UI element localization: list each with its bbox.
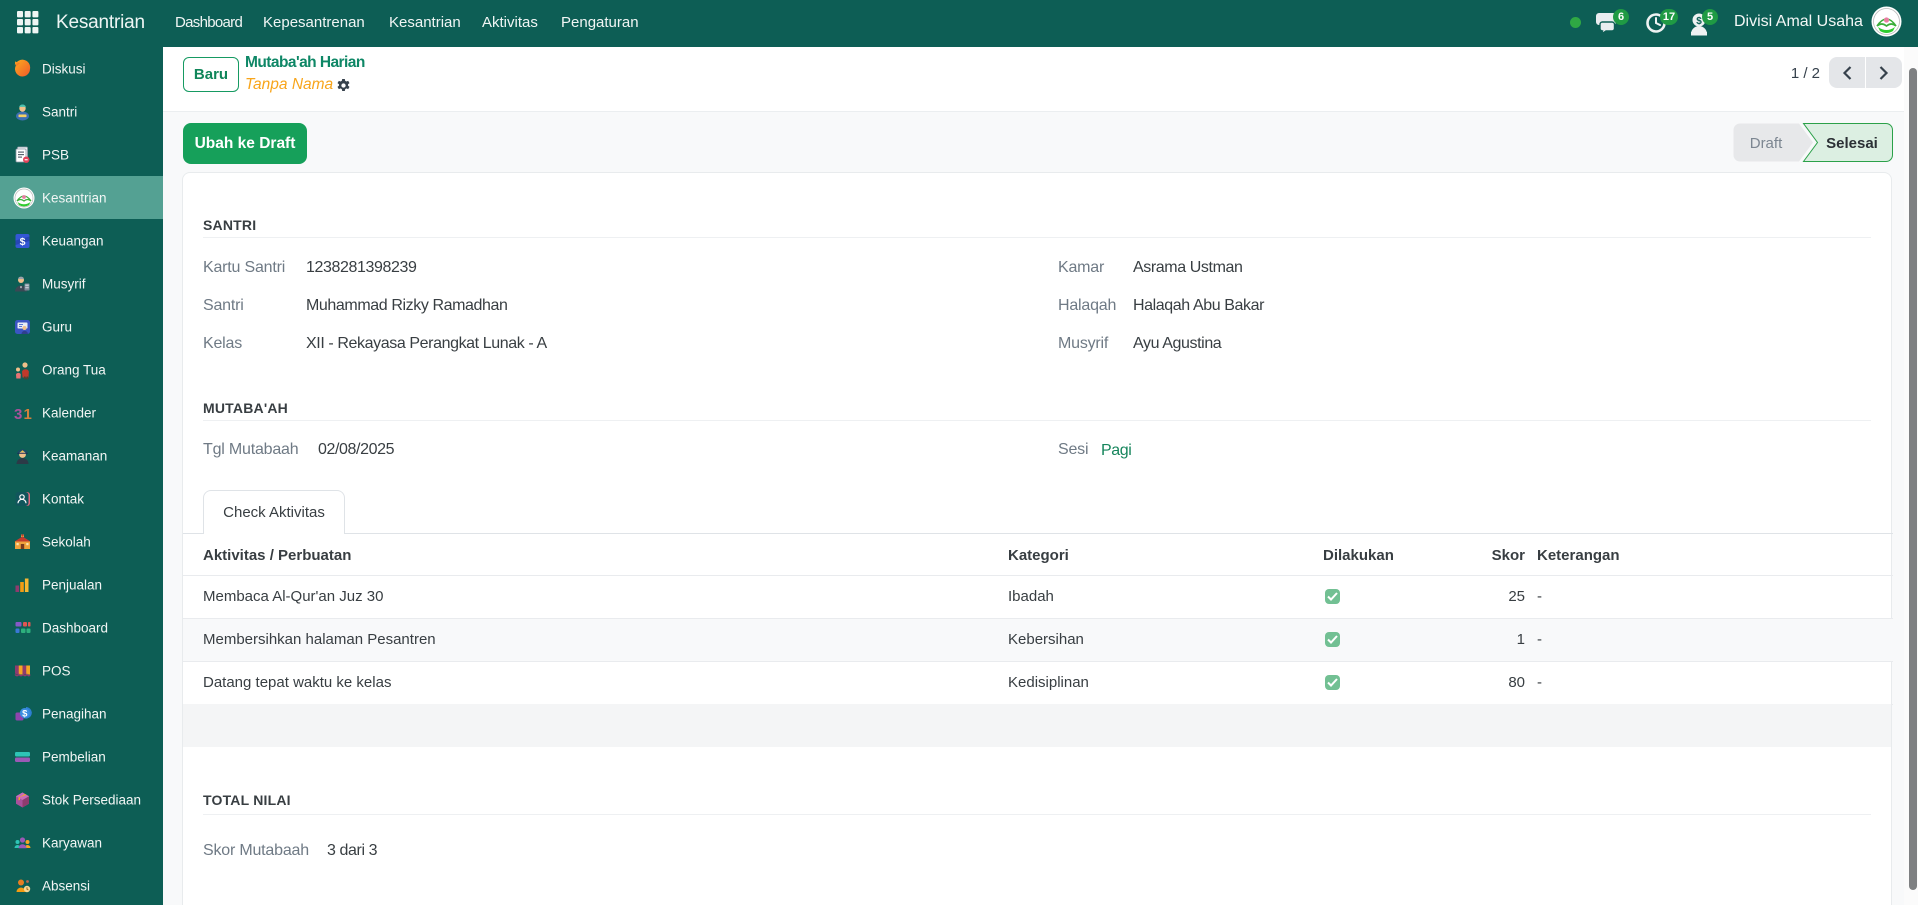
svg-text:1: 1 xyxy=(24,406,32,423)
svg-text:Selesai: Selesai xyxy=(1826,135,1878,152)
svg-text:$: $ xyxy=(22,708,28,719)
svg-text:3: 3 xyxy=(14,406,22,423)
svg-text:Draft: Draft xyxy=(1750,135,1783,152)
svg-text:$: $ xyxy=(20,236,26,248)
